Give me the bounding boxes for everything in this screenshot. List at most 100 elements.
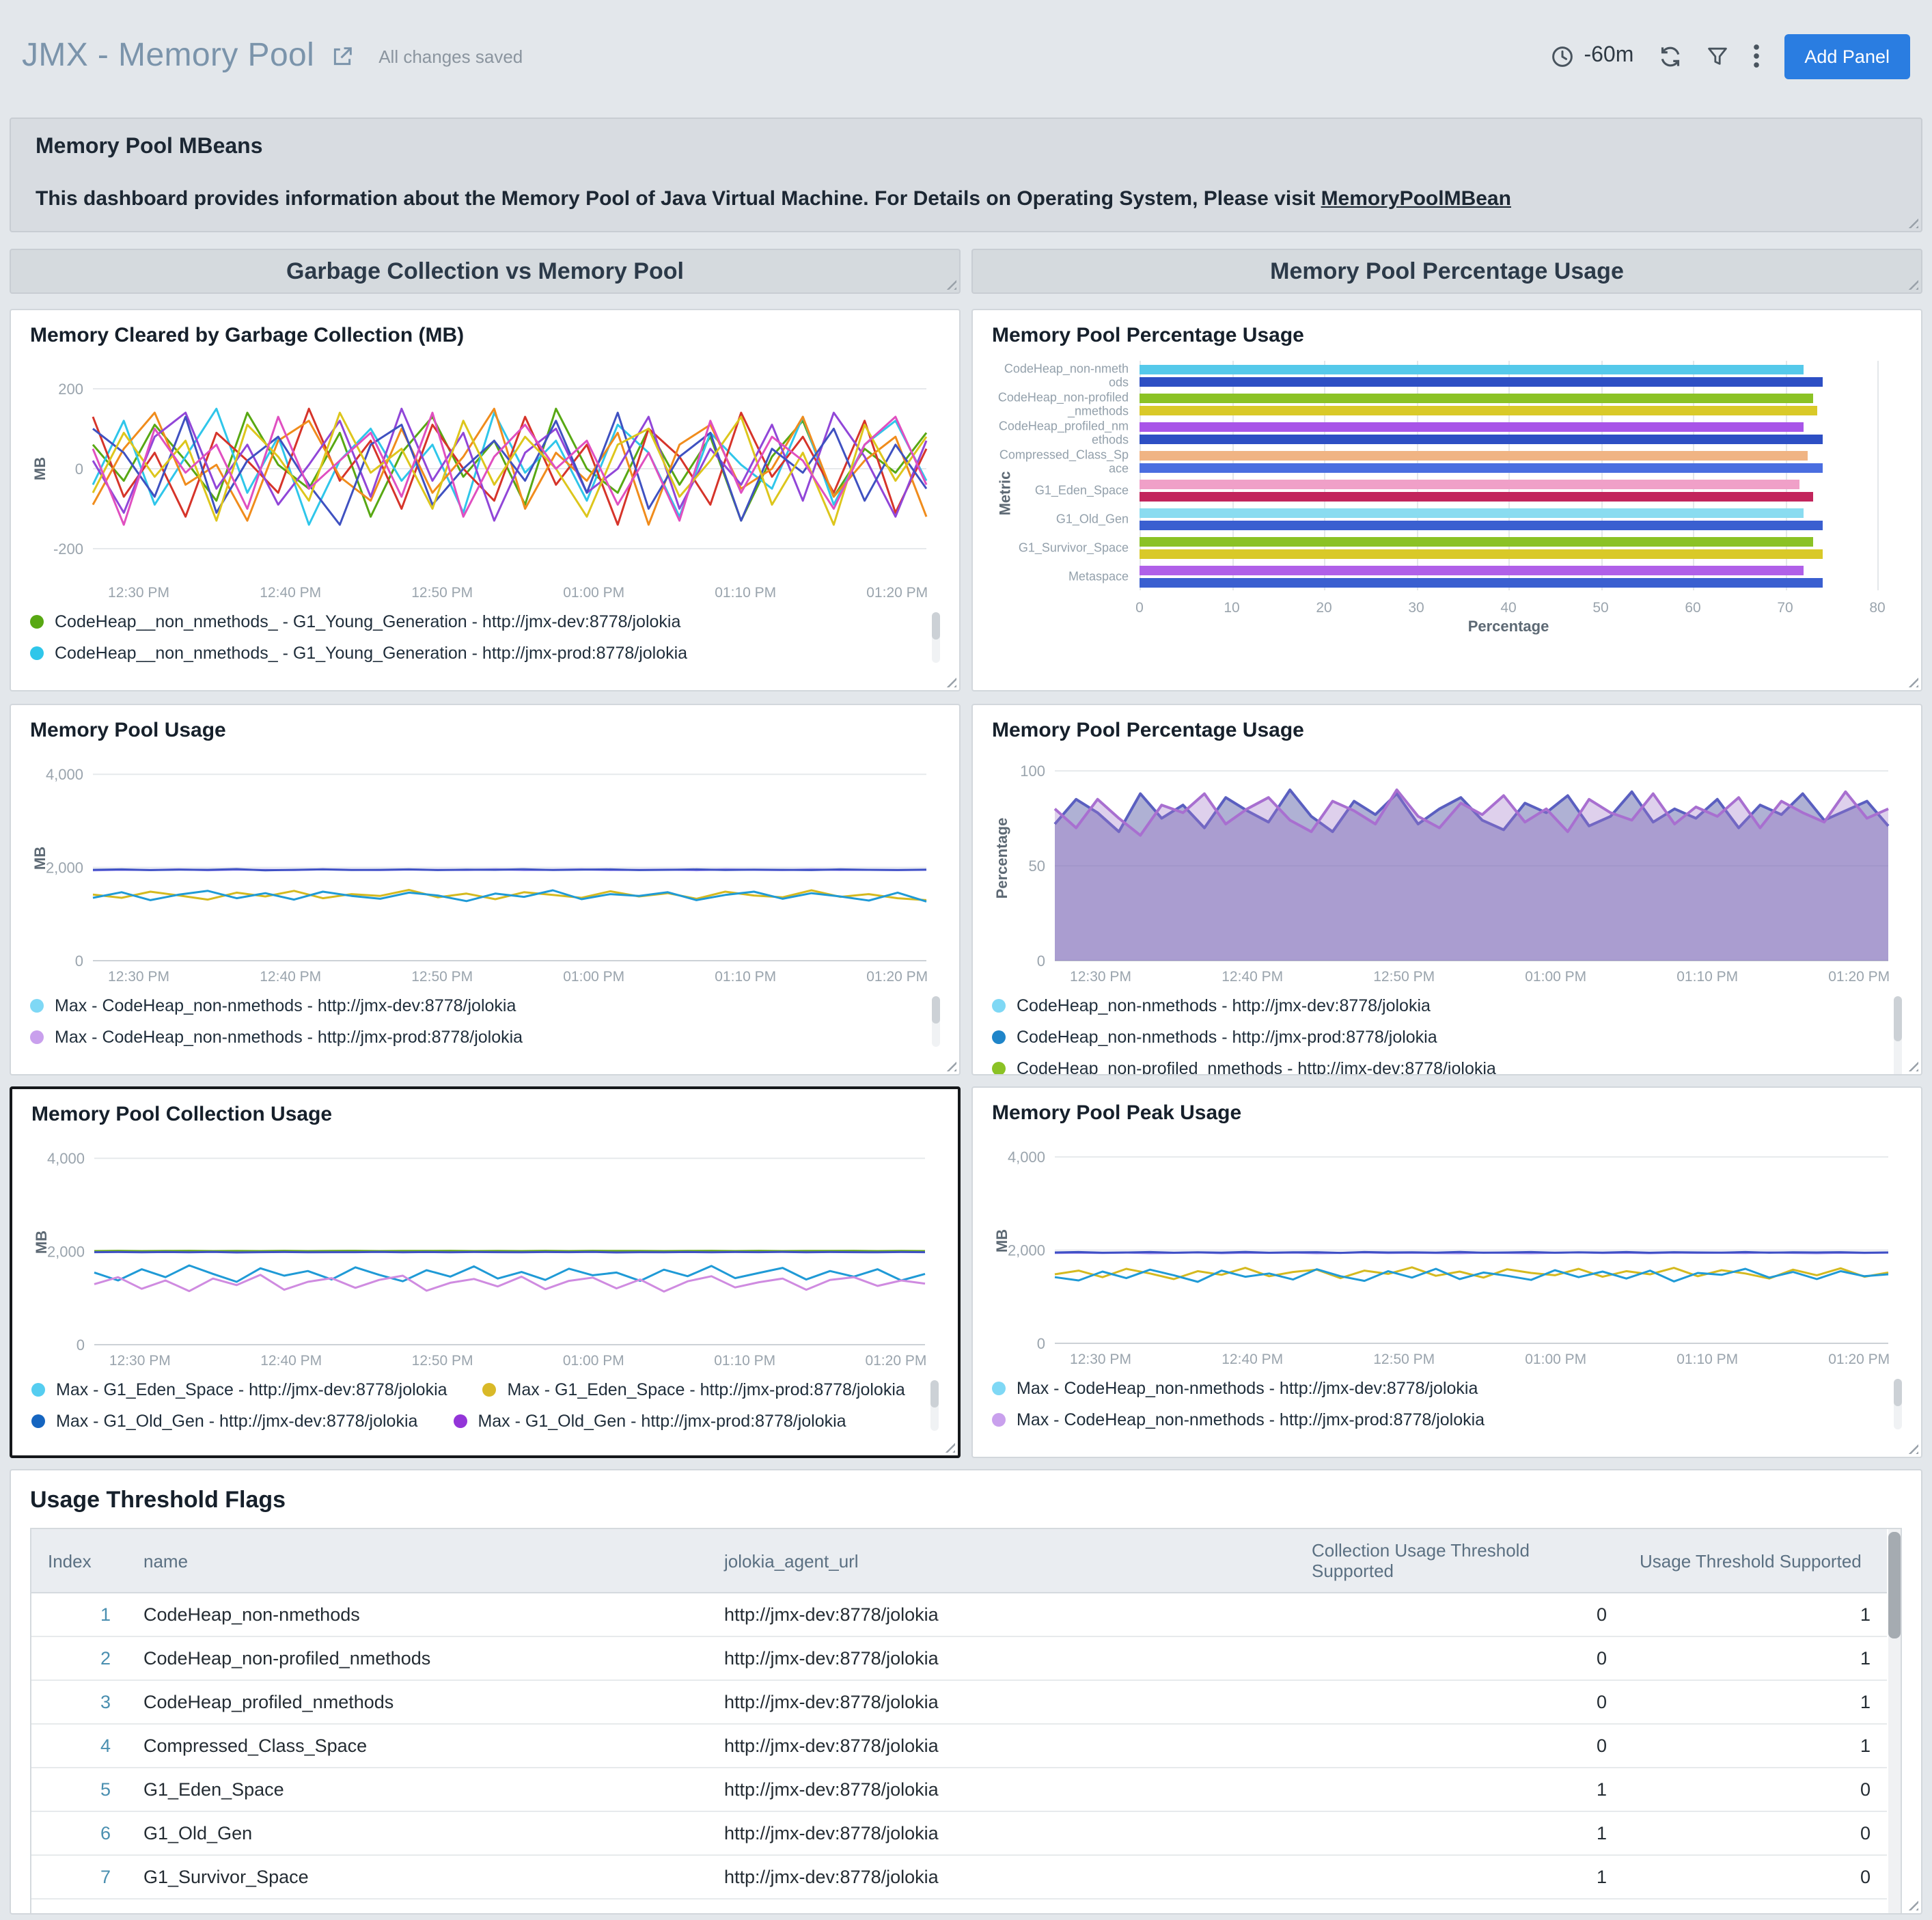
svg-text:4,000: 4,000 [46,766,83,783]
svg-text:12:50 PM: 12:50 PM [412,1353,473,1369]
bar[interactable] [1140,376,1822,386]
refresh-icon[interactable] [1658,44,1681,68]
scrollbar-thumb[interactable] [932,996,940,1024]
legend-scrollbar[interactable] [1894,1379,1902,1429]
table-scrollbar[interactable] [1888,1529,1901,1915]
section-header-label: Garbage Collection vs Memory Pool [286,258,684,285]
resize-handle-icon[interactable] [1906,216,1918,228]
legend-item[interactable]: CodeHeap_non-profiled_nmethods - http://… [992,1059,1496,1075]
bar[interactable] [1140,565,1804,575]
pool-usage-line-chart[interactable]: 02,0004,00012:30 PM12:40 PM12:50 PM01:00… [30,745,940,988]
svg-text:200: 200 [58,381,83,398]
table-row[interactable]: 8Metaspacehttp://jmx-dev:8778/jolokia01 [31,1899,1887,1915]
bar[interactable] [1140,434,1822,443]
filter-icon[interactable] [1706,45,1728,67]
bar-category-label: Metaspace [997,569,1129,584]
bar[interactable] [1140,491,1813,501]
legend-item[interactable]: Max - CodeHeap_non-nmethods - http://jmx… [30,996,915,1015]
svg-text:12:40 PM: 12:40 PM [1222,1352,1283,1367]
bar[interactable] [1140,364,1804,374]
legend-item[interactable]: Max - CodeHeap_non-nmethods - http://jmx… [30,1028,915,1047]
resize-handle-icon[interactable] [1906,1898,1918,1910]
percentage-bar-chart[interactable]: MetricCodeHeap_non-nmethodsCodeHeap_non-… [992,350,1902,659]
table-cell: http://jmx-dev:8778/jolokia [708,1593,1295,1636]
table-row[interactable]: 6G1_Old_Genhttp://jmx-dev:8778/jolokia10 [31,1811,1887,1855]
column-header[interactable]: jolokia_agent_url [708,1529,1295,1593]
legend-item[interactable]: Max - CodeHeap_non-nmethods - http://jmx… [992,1410,1877,1429]
table-row[interactable]: 1CodeHeap_non-nmethodshttp://jmx-dev:877… [31,1593,1887,1636]
memory-pool-mbean-link[interactable]: MemoryPoolMBean [1321,187,1511,210]
resize-handle-icon[interactable] [944,675,956,687]
bar[interactable] [1140,450,1808,460]
scrollbar-thumb[interactable] [930,1380,939,1408]
resize-handle-icon[interactable] [944,1059,956,1071]
svg-text:01:20 PM: 01:20 PM [1828,969,1890,985]
svg-text:12:30 PM: 12:30 PM [1070,1352,1131,1367]
percentage-area-chart[interactable]: 05010012:30 PM12:40 PM12:50 PM01:00 PM01… [992,745,1902,988]
column-header[interactable]: name [127,1529,708,1593]
column-header[interactable]: Collection Usage Threshold Supported [1295,1529,1623,1593]
legend-item[interactable]: CodeHeap_non-nmethods - http://jmx-prod:… [992,1028,1437,1047]
table-row[interactable]: 7G1_Survivor_Spacehttp://jmx-dev:8778/jo… [31,1855,1887,1899]
table-row[interactable]: 3CodeHeap_profiled_nmethodshttp://jmx-de… [31,1680,1887,1724]
section-header-memory-pool-percentage[interactable]: Memory Pool Percentage Usage [971,249,1922,294]
svg-text:MB: MB [993,1229,1010,1252]
table-cell: http://jmx-dev:8778/jolokia [708,1855,1295,1899]
resize-handle-icon[interactable] [943,1440,955,1453]
column-header[interactable]: Usage Threshold Supported [1623,1529,1887,1593]
resize-handle-icon[interactable] [1906,675,1918,687]
legend-item[interactable]: Max - G1_Eden_Space - http://jmx-dev:877… [31,1380,447,1399]
scrollbar-thumb[interactable] [1888,1532,1901,1638]
table-row[interactable]: 5G1_Eden_Spacehttp://jmx-dev:8778/joloki… [31,1768,1887,1811]
svg-text:12:50 PM: 12:50 PM [1373,969,1435,985]
legend-item[interactable]: Max - G1_Old_Gen - http://jmx-dev:8778/j… [31,1412,417,1431]
share-edit-icon[interactable] [331,44,354,68]
bar[interactable] [1140,508,1804,517]
legend-item[interactable]: CodeHeap_non-nmethods - http://jmx-dev:8… [992,996,1431,1015]
legend-item[interactable]: Max - CodeHeap_non-nmethods - http://jmx… [992,1379,1877,1398]
legend-item[interactable]: Max - G1_Old_Gen - http://jmx-prod:8778/… [453,1412,846,1431]
text-panel-memory-pool-mbeans: Memory Pool MBeans This dashboard provid… [10,118,1922,232]
legend-label: Max - G1_Eden_Space - http://jmx-prod:87… [508,1380,905,1399]
gc-line-chart[interactable]: -200020012:30 PM12:40 PM12:50 PM01:00 PM… [30,350,940,604]
add-panel-button[interactable]: Add Panel [1784,33,1910,79]
peak-usage-line-chart[interactable]: 02,0004,00012:30 PM12:40 PM12:50 PM01:00… [992,1127,1902,1371]
legend-scrollbar[interactable] [932,612,940,663]
svg-text:MB: MB [31,457,49,480]
time-range-button[interactable]: -60m [1551,44,1633,68]
legend-scrollbar[interactable] [930,1380,939,1431]
legend-label: CodeHeap__non_nmethods_ - G1_Young_Gener… [55,612,680,631]
bar[interactable] [1140,463,1822,472]
legend-item[interactable]: CodeHeap__non_nmethods_ - G1_Young_Gener… [30,612,915,631]
bar[interactable] [1140,520,1822,530]
bar[interactable] [1140,422,1804,431]
pool-usage-legend: Max - CodeHeap_non-nmethods - http://jmx… [30,996,940,1047]
column-header[interactable]: Index [31,1529,127,1593]
legend-scrollbar[interactable] [932,996,940,1047]
legend-item[interactable]: Max - G1_Eden_Space - http://jmx-prod:87… [483,1380,905,1399]
peak-plot: 02,0004,00012:30 PM12:40 PM12:50 PM01:00… [992,1127,1902,1371]
resize-handle-icon[interactable] [944,277,956,290]
bar[interactable] [1140,405,1817,415]
svg-text:12:30 PM: 12:30 PM [1070,969,1131,985]
legend-scrollbar[interactable] [1894,996,1902,1075]
table-cell: 1 [1295,1811,1623,1855]
svg-text:12:40 PM: 12:40 PM [260,585,321,601]
bar[interactable] [1140,479,1799,489]
collection-usage-line-chart[interactable]: 02,0004,00012:30 PM12:40 PM12:50 PM01:00… [31,1129,939,1372]
bar[interactable] [1140,549,1822,558]
section-header-garbage-collection[interactable]: Garbage Collection vs Memory Pool [10,249,961,294]
resize-handle-icon[interactable] [1906,1059,1918,1071]
legend-item[interactable]: CodeHeap__non_nmethods_ - G1_Young_Gener… [30,644,915,663]
resize-handle-icon[interactable] [1906,1442,1918,1454]
table-row[interactable]: 4Compressed_Class_Spacehttp://jmx-dev:87… [31,1724,1887,1768]
scrollbar-thumb[interactable] [1894,996,1902,1041]
bar[interactable] [1140,393,1813,402]
bar[interactable] [1140,536,1813,546]
scrollbar-thumb[interactable] [932,612,940,640]
resize-handle-icon[interactable] [1906,277,1918,290]
scrollbar-thumb[interactable] [1894,1379,1902,1407]
kebab-menu-icon[interactable] [1752,44,1759,68]
table-row[interactable]: 2CodeHeap_non-profiled_nmethodshttp://jm… [31,1636,1887,1680]
bar[interactable] [1140,577,1822,587]
